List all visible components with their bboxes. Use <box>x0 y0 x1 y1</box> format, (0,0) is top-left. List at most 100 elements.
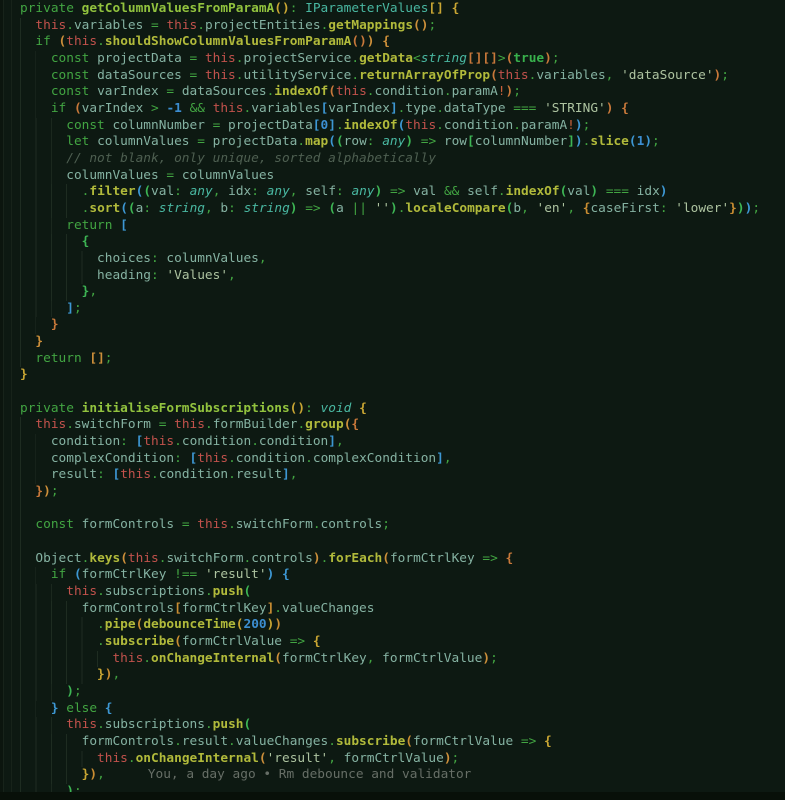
token: ) <box>590 184 598 199</box>
code-line[interactable]: // not blank, only unique, sorted alphab… <box>0 151 785 168</box>
token: formCtrlValue <box>182 634 282 649</box>
code-line[interactable]: }); <box>0 484 785 501</box>
code-line[interactable]: .filter((val: any, idx: any, self: any) … <box>0 184 785 201</box>
token: ] <box>328 118 336 133</box>
code-line[interactable]: this.variables = this.projectEntities.ge… <box>0 18 785 35</box>
token: localeCompare <box>405 201 505 216</box>
code-line[interactable]: ); <box>0 684 785 701</box>
token: ) <box>89 767 97 782</box>
indent-whitespace <box>20 584 66 599</box>
token: ( <box>74 101 82 116</box>
token: variables <box>74 18 143 33</box>
indent-whitespace <box>20 684 66 699</box>
code-line[interactable]: if (formCtrlKey !== 'result') { <box>0 567 785 584</box>
token: { <box>544 734 552 749</box>
code-line[interactable]: if (this.shouldShowColumnValuesFromParam… <box>0 34 785 51</box>
indent-whitespace <box>20 18 35 33</box>
token: . <box>97 34 105 49</box>
code-line[interactable]: .subscribe(formCtrlValue => { <box>0 634 785 651</box>
token: condition <box>159 467 228 482</box>
indent-whitespace <box>20 317 51 332</box>
code-line[interactable]: .sort((a: string, b: string) => (a || ''… <box>0 201 785 218</box>
code-line[interactable]: choices: columnValues, <box>0 251 785 268</box>
token: ; <box>513 84 521 99</box>
code-line[interactable]: complexCondition: [this.condition.comple… <box>0 451 785 468</box>
code-line[interactable]: formControls.result.valueChanges.subscri… <box>0 734 785 751</box>
token: , <box>97 767 105 782</box>
code-line[interactable]: .pipe(debounceTime(200)) <box>0 617 785 634</box>
code-line[interactable]: const varIndex = dataSources.indexOf(thi… <box>0 84 785 101</box>
token: this <box>205 51 236 66</box>
indent-whitespace <box>20 151 66 166</box>
code-line[interactable]: result: [this.condition.result], <box>0 467 785 484</box>
token: complexCondition <box>313 451 436 466</box>
code-line[interactable] <box>0 501 785 518</box>
token: ] <box>282 467 290 482</box>
token: 'result' <box>267 751 329 766</box>
token: . <box>174 434 182 449</box>
token: ( <box>244 584 252 599</box>
code-line[interactable]: } else { <box>0 701 785 718</box>
code-line[interactable]: if (varIndex > -1 && this.variables[varI… <box>0 101 785 118</box>
token: : <box>336 184 351 199</box>
code-line[interactable] <box>0 534 785 551</box>
token: returnArrayOfProp <box>359 68 490 83</box>
token: : <box>290 1 305 16</box>
code-line[interactable]: Object.keys(this.switchForm.controls).fo… <box>0 551 785 568</box>
token: const <box>51 84 97 99</box>
code-line[interactable]: const dataSources = this.utilityService.… <box>0 68 785 85</box>
token: paramA <box>452 84 498 99</box>
token: '' <box>375 201 390 216</box>
indent-whitespace <box>20 484 35 499</box>
token: any <box>351 184 374 199</box>
code-line[interactable]: } <box>0 317 785 334</box>
token: { <box>452 1 460 16</box>
token: const <box>51 51 97 66</box>
code-line[interactable]: ]; <box>0 301 785 318</box>
code-line[interactable]: private getColumnValuesFromParamA(): IPa… <box>0 1 785 18</box>
code-line[interactable]: return [ <box>0 218 785 235</box>
code-line[interactable] <box>0 384 785 401</box>
code-line[interactable]: private initialiseFormSubscriptions(): v… <box>0 401 785 418</box>
token: : <box>120 434 135 449</box>
code-line[interactable]: const formControls = this.switchForm.con… <box>0 517 785 534</box>
token: : <box>367 134 382 149</box>
code-line[interactable]: this.onChangeInternal('result', formCtrl… <box>0 751 785 768</box>
code-line[interactable]: const columnNumber = projectData[0].inde… <box>0 118 785 135</box>
code-line[interactable]: heading: 'Values', <box>0 268 785 285</box>
token: , <box>290 184 305 199</box>
code-line[interactable]: } <box>0 334 785 351</box>
token <box>274 567 282 582</box>
code-line[interactable]: condition: [this.condition.condition], <box>0 434 785 451</box>
code-line[interactable]: let columnValues = projectData.map((row:… <box>0 134 785 151</box>
token: indexOf <box>506 184 560 199</box>
code-line[interactable]: this.switchForm = this.formBuilder.group… <box>0 417 785 434</box>
token: !== <box>166 567 205 582</box>
token: ) <box>274 617 282 632</box>
code-line[interactable]: formControls[formCtrlKey].valueChanges <box>0 601 785 618</box>
code-line[interactable]: columnValues = columnValues <box>0 168 785 185</box>
token: controls <box>251 551 313 566</box>
code-line[interactable]: }), <box>0 667 785 684</box>
code-line[interactable]: { <box>0 234 785 251</box>
indent-whitespace <box>20 734 82 749</box>
token: void <box>321 401 352 416</box>
token: this <box>498 68 529 83</box>
token: { <box>313 634 321 649</box>
code-line[interactable]: const projectData = this.projectService.… <box>0 51 785 68</box>
token: ( <box>351 34 359 49</box>
token: ] <box>390 101 398 116</box>
code-line[interactable]: this.subscriptions.push( <box>0 584 785 601</box>
code-area[interactable]: private getColumnValuesFromParamA(): IPa… <box>0 1 785 800</box>
code-line[interactable]: }),You, a day ago • Rm debounce and vali… <box>0 767 785 784</box>
token: } <box>729 201 737 216</box>
token: indexOf <box>274 84 328 99</box>
token: 'Values' <box>166 268 228 283</box>
code-line[interactable]: return []; <box>0 351 785 368</box>
code-line[interactable]: }, <box>0 284 785 301</box>
token: subscribe <box>105 634 174 649</box>
token: => <box>475 551 506 566</box>
code-line[interactable]: this.subscriptions.push( <box>0 717 785 734</box>
code-line[interactable]: this.onChangeInternal(formCtrlKey, formC… <box>0 651 785 668</box>
code-line[interactable]: } <box>0 367 785 384</box>
